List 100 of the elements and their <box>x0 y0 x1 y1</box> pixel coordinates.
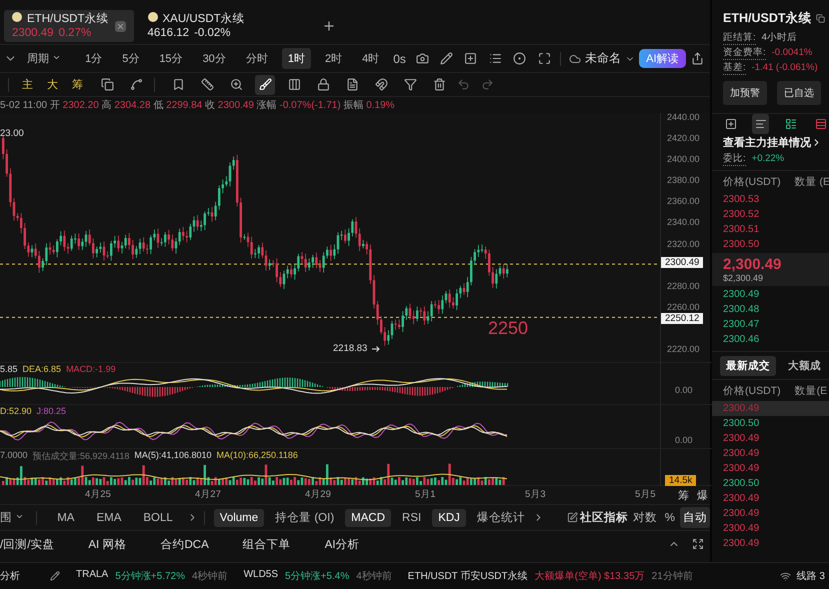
ticker-signal: 大额爆单(空单) $13.35万 <box>534 570 645 583</box>
line-selector[interactable]: 线路 3 <box>796 569 825 583</box>
ticker-signal: 5分钟涨+5.4% <box>285 570 350 583</box>
volume-legend-text: MA(10):66,250.1186 <box>216 450 298 462</box>
ticker-time: 4秒钟前 <box>356 570 392 583</box>
countdown-text: 0s <box>393 52 406 66</box>
trades-tab[interactable]: 大额成 <box>782 356 827 376</box>
ticker-title: 分析 <box>0 570 20 583</box>
main-indicator-button[interactable]: EMA <box>90 508 128 526</box>
price-axis-label: 2360.00 <box>666 196 701 206</box>
layout-name-dropdown[interactable]: 未命名 <box>585 50 622 67</box>
price-axis-label: 2220.00 <box>666 344 701 354</box>
price-axis-label: 2440.00 <box>666 112 701 122</box>
date-axis-label: 5月1 <box>415 488 436 501</box>
symbol-tab[interactable]: XAU/USDT永续 4616.12 -0.02% <box>140 10 253 42</box>
ai-interpret-button[interactable]: AI解读 <box>639 49 686 68</box>
price-axis-label: 2320.00 <box>666 238 701 249</box>
price-axis-label: 2340.00 <box>666 217 701 228</box>
price-line-tag: 2250.12 <box>661 312 704 324</box>
timeframe-button[interactable]: 2时 <box>318 48 348 69</box>
low-price-label: 2218.83 <box>333 343 368 354</box>
timeframe-button[interactable]: 15分 <box>153 48 189 69</box>
info-label: 基差: <box>723 60 746 74</box>
main-indicator-button[interactable]: BOLL <box>137 508 179 526</box>
last-price-usd: $2,300.49 <box>723 273 764 283</box>
sub-indicator-button[interactable]: Volume <box>214 508 264 526</box>
sub-indicator-button[interactable]: 爆仓统计 <box>470 507 531 528</box>
sub-indicator-button[interactable]: RSI <box>396 508 428 526</box>
info-value: -0.0041% <box>772 47 812 58</box>
timeframe-button[interactable]: 分时 <box>240 48 274 69</box>
kdj-axis-label: 0.00 <box>675 435 693 445</box>
volume-legend-text: 7.0000 <box>0 450 28 462</box>
order-depth-link[interactable]: 查看主力挂单情况 <box>723 133 829 151</box>
ratio-label: 委比: <box>723 152 746 166</box>
info-value: -1.41 (-0.061%) <box>752 62 818 73</box>
ratio-value: +0.22% <box>752 153 784 164</box>
last-price: 2,300.49 <box>723 256 782 273</box>
timeframe-button[interactable]: 30分 <box>196 48 232 69</box>
timeframe-button[interactable]: 5分 <box>116 48 146 69</box>
macd-legend-text: MACD:-1.99 <box>66 364 116 374</box>
date-axis-label: 5月3 <box>525 488 546 501</box>
chart-mode-button[interactable]: 筹 <box>67 77 88 92</box>
trades-header: 价格(USDT) <box>723 384 781 398</box>
info-value: 4小时后 <box>762 31 797 44</box>
macd-axis-label: 0.00 <box>675 385 693 395</box>
ticker-time: 4秒钟前 <box>192 570 228 583</box>
kdj-legend-text: D:52.90 <box>0 406 32 416</box>
ticker-signal: 5分钟涨+5.72% <box>115 570 185 583</box>
volume-legend-text: 预估成交量:56,929.4118 <box>32 450 130 463</box>
timeframe-button[interactable]: 1分 <box>79 48 108 69</box>
price-axis-label: 2260.00 <box>666 302 701 312</box>
price-axis-label: 2280.00 <box>666 280 701 291</box>
ticker-symbol[interactable]: WLD5S <box>244 569 278 583</box>
volume-tag: 14.5k <box>665 475 696 486</box>
last-price-tag: 2300.49 <box>661 257 704 268</box>
ticker-symbol[interactable]: TRALA <box>76 569 108 583</box>
date-axis-label: 4月27 <box>195 488 221 501</box>
scale-toggle[interactable]: 对数 <box>630 507 660 528</box>
range-dropdown[interactable]: 围 <box>0 507 30 528</box>
trading-tool-link[interactable]: AI 网格 <box>88 536 126 552</box>
price-axis-label: 2420.00 <box>666 133 701 144</box>
trading-tool-link[interactable]: /回测/实盘 <box>0 536 54 552</box>
period-dropdown[interactable]: 周期 <box>21 48 68 69</box>
timeframe-button[interactable]: 1时 <box>282 48 311 69</box>
sub-indicator-button[interactable]: 持仓量 (OI) <box>269 507 340 528</box>
scale-toggle[interactable]: % <box>662 508 678 526</box>
price-axis-label: 2380.00 <box>666 175 701 186</box>
sub-indicator-button[interactable]: MACD <box>345 508 392 526</box>
price-axis-label: 2400.00 <box>666 154 701 164</box>
trading-tool-link[interactable]: 合约DCA <box>160 536 209 552</box>
info-label: 资金费率: <box>723 46 766 60</box>
date-axis-label: 5月5 <box>635 488 656 501</box>
info-label: 距结算: <box>723 30 756 44</box>
side-action-button[interactable]: 已自选 <box>777 81 821 105</box>
trading-tool-link[interactable]: AI分析 <box>324 536 360 552</box>
symbol-title: ETH/USDT永续 <box>723 10 812 26</box>
price-annotation: 2250 <box>488 318 528 339</box>
kdj-legend-text: J:80.25 <box>36 406 66 416</box>
high-price-label: 23.00 <box>0 128 24 139</box>
symbol-tab[interactable]: ETH/USDT永续 2300.49 0.27% <box>4 10 134 42</box>
volume-legend-text: MA(5):41,106.8010 <box>134 450 212 462</box>
trades-header: 数量(E <box>794 384 828 398</box>
main-indicator-button[interactable]: MA <box>51 508 80 526</box>
trades-tab[interactable]: 最新成交 <box>720 356 776 376</box>
timeframe-button[interactable]: 4时 <box>356 48 386 69</box>
ticker-time: 21分钟前 <box>652 570 693 583</box>
side-action-button[interactable]: 加预警 <box>723 81 767 105</box>
macd-legend-text: 5.85 <box>0 364 18 374</box>
scale-toggle[interactable]: 自动 <box>680 507 710 528</box>
date-axis-label: 4月25 <box>85 488 111 501</box>
trading-tool-link[interactable]: 组合下单 <box>242 536 291 552</box>
corner-toggle[interactable]: 爆 <box>697 488 708 504</box>
community-indicators-link[interactable]: 社区指标 <box>580 510 628 525</box>
chart-mode-button[interactable]: 大 <box>42 77 63 92</box>
chart-mode-button[interactable]: 主 <box>17 77 38 92</box>
ticker-symbol[interactable]: ETH/USDT 币安USDT永续 <box>408 569 528 583</box>
corner-toggle[interactable]: 筹 <box>678 488 689 504</box>
book-header: 价格(USDT) <box>723 174 781 188</box>
macd-legend-text: DEA:6.85 <box>22 364 62 374</box>
sub-indicator-button[interactable]: KDJ <box>432 508 466 526</box>
